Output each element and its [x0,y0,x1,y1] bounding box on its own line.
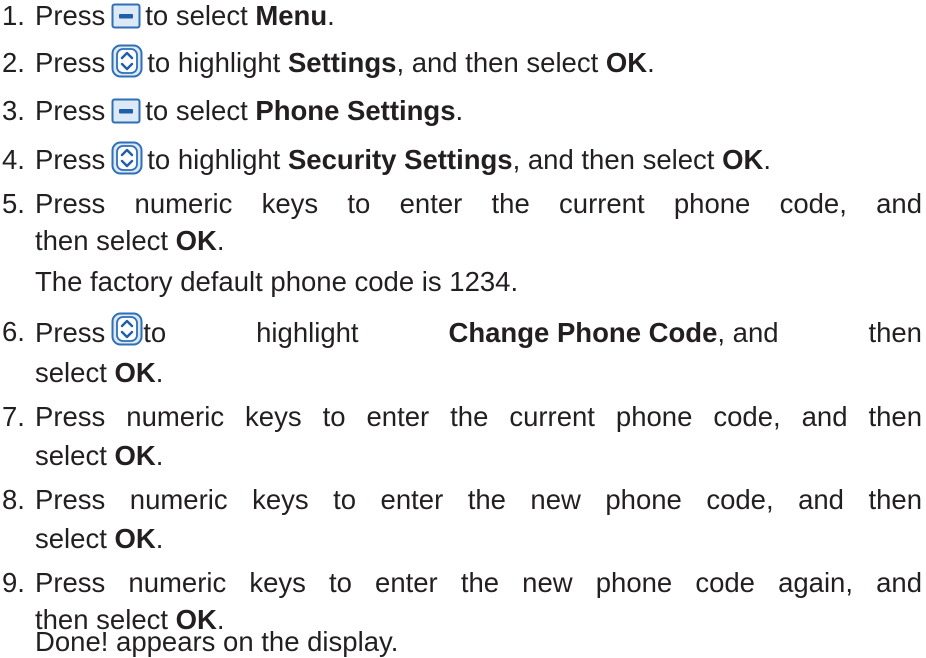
step-text: Press numeric keys to enter the new phon… [35,567,922,598]
step-text: select OK. [35,357,164,388]
step-note: Done! appears on the display. [35,626,399,657]
step-note: The factory default phone code is 1234. [35,266,519,297]
step-text: then select OK. [35,225,225,256]
step-text: Press to highlight Settings, and then sel… [35,44,655,82]
step-text: Press to highlight Security Settings, and… [35,141,771,179]
step-number: 9. [2,567,25,598]
nav-key-updown-icon [111,44,143,78]
step-number: 6. [2,316,25,347]
step-text: select OK. [35,523,164,554]
nav-key-updown-icon [111,141,143,175]
step-text: Press numeric keys to enter the current … [35,401,922,432]
instruction-page: 1. Press to select Menu. 2. Press to highl… [0,0,926,658]
soft-key-minus-icon [111,3,141,29]
step-number: 5. [2,188,25,219]
step-text: select OK. [35,440,164,471]
step-number: 3. [2,95,25,126]
step-number: 1. [2,0,25,31]
step-number: 7. [2,401,25,432]
step-text: Press numeric keys to enter the new phon… [35,484,922,515]
step-number: 8. [2,484,25,515]
nav-key-updown-icon [111,312,143,346]
step-text: Press numeric keys to enter the current … [35,188,922,219]
soft-key-minus-icon [111,98,141,124]
step-text: Press to select Menu. [35,0,335,31]
step-text: Press to select Phone Settings. [35,95,464,126]
step-text: Press to highlight Change Phone Code, and… [35,312,922,350]
step-number: 2. [2,47,25,78]
step-number: 4. [2,144,25,175]
